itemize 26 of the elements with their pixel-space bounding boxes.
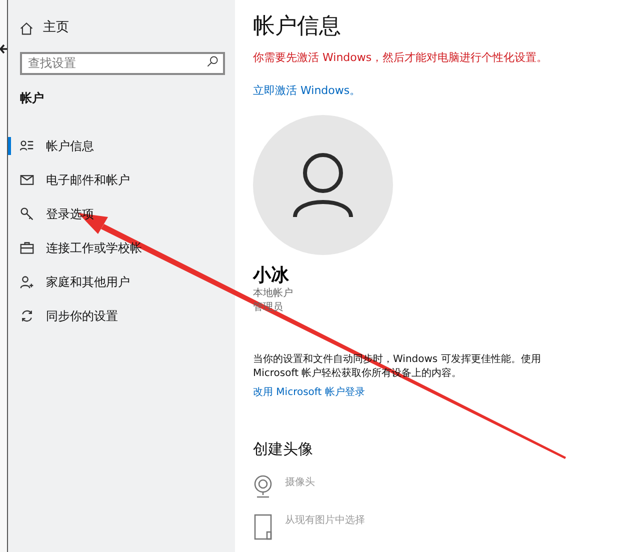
- sync-icon: [20, 308, 34, 322]
- user-name: 小冰: [253, 265, 290, 287]
- back-arrow-icon[interactable]: [0, 44, 7, 54]
- webcam-icon: [253, 474, 273, 498]
- nav-item[interactable]: 电子邮件和帐户: [8, 162, 130, 196]
- nav-item[interactable]: 家庭和其他用户: [8, 264, 130, 298]
- activation-warning: 你需要先激活 Windows，然后才能对电脑进行个性化设置。: [253, 50, 549, 66]
- briefcase-icon: [20, 240, 34, 254]
- activate-link[interactable]: 立即激活 Windows。: [253, 82, 361, 99]
- microsoft-account-link[interactable]: 改用 Microsoft 帐户登录: [253, 385, 365, 400]
- nav-item[interactable]: 同步你的设置: [8, 298, 118, 332]
- picture-frame-icon: [253, 512, 273, 540]
- key-icon: [20, 206, 34, 220]
- section-heading: 帐户: [20, 90, 45, 106]
- search-field[interactable]: 查找设置: [20, 52, 225, 74]
- home-nav-item[interactable]: 主页: [20, 18, 225, 38]
- home-icon: [20, 22, 33, 34]
- section-heading: 创建头像: [253, 439, 314, 460]
- search-icon: [207, 56, 218, 67]
- mail-icon: [20, 172, 34, 186]
- account-type: 本地帐户: [253, 287, 294, 301]
- person-icon: [291, 151, 355, 219]
- nav-item[interactable]: 帐户信息: [8, 128, 94, 162]
- person-add-icon: [20, 274, 34, 288]
- page-title: 帐户信息: [253, 13, 342, 41]
- person-list-icon: [20, 138, 34, 152]
